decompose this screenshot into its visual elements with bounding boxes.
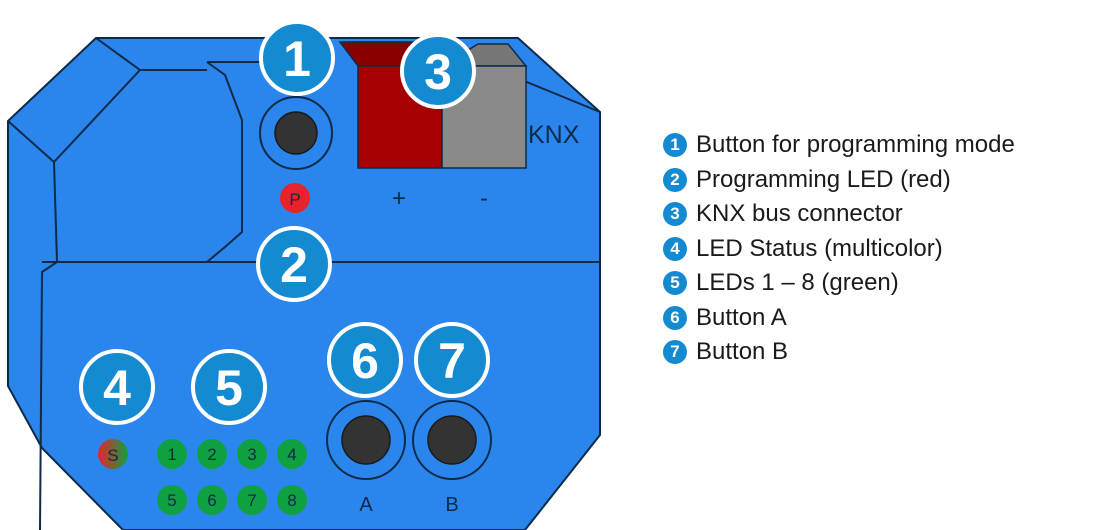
callout-badge-number: 5 [215,360,243,416]
legend-number-badge: 5 [663,271,687,296]
legend-number-badge: 4 [663,236,687,261]
knx-device-diagram: KNX + - P S 1 2 3 4 5 6 7 8 A B 1 2 3 4 5 6 7 [7,20,601,530]
button-a-label: A [359,494,373,516]
plus-label: + [392,185,406,212]
legend-text: Button for programming mode [696,131,1015,159]
legend-item: 3 KNX bus connector [663,197,1015,232]
legend-item: 4 LED Status (multicolor) [663,232,1015,267]
green-led-label: 5 [167,491,176,510]
button-b-label: B [445,494,458,516]
button-a[interactable] [341,415,391,465]
legend-number-badge: 7 [663,340,687,365]
status-led-label: S [107,446,118,465]
callout-badge-number: 7 [438,333,466,389]
legend-number-badge: 3 [663,202,687,227]
legend-text: Button A [696,303,787,331]
green-led-label: 7 [247,491,256,510]
legend-item: 5 LEDs 1 – 8 (green) [663,266,1015,301]
minus-label: - [480,185,488,212]
callout-badge-number: 2 [280,237,308,293]
legend-item: 7 Button B [663,335,1015,370]
green-led-label: 3 [247,445,256,464]
button-b[interactable] [427,415,477,465]
legend-number-badge: 6 [663,305,687,330]
callout-badge-number: 4 [103,360,131,416]
callout-badge-number: 3 [424,44,452,100]
callout-badge-number: 1 [283,31,311,87]
green-led-label: 4 [287,445,296,464]
legend-number-badge: 1 [663,133,687,158]
legend-text: KNX bus connector [696,200,903,228]
legend-text: LEDs 1 – 8 (green) [696,269,899,297]
knx-label: KNX [528,121,580,149]
legend-text: Button B [696,338,789,366]
legend-text: Programming LED (red) [696,165,951,193]
legend-number-badge: 2 [663,167,687,192]
green-led-label: 6 [207,491,216,510]
green-led-label: 8 [287,491,296,510]
legend-item: 1 Button for programming mode [663,128,1015,163]
legend-item: 6 Button A [663,301,1015,336]
green-led-label: 1 [167,445,176,464]
green-led-label: 2 [207,445,216,464]
legend-text: LED Status (multicolor) [696,234,943,262]
legend-list: 1 Button for programming mode 2 Programmin… [663,128,1015,370]
legend-item: 2 Programming LED (red) [663,163,1015,198]
programming-led-label: P [289,190,300,209]
callout-badge-number: 6 [351,333,379,389]
programming-button[interactable] [274,111,318,155]
